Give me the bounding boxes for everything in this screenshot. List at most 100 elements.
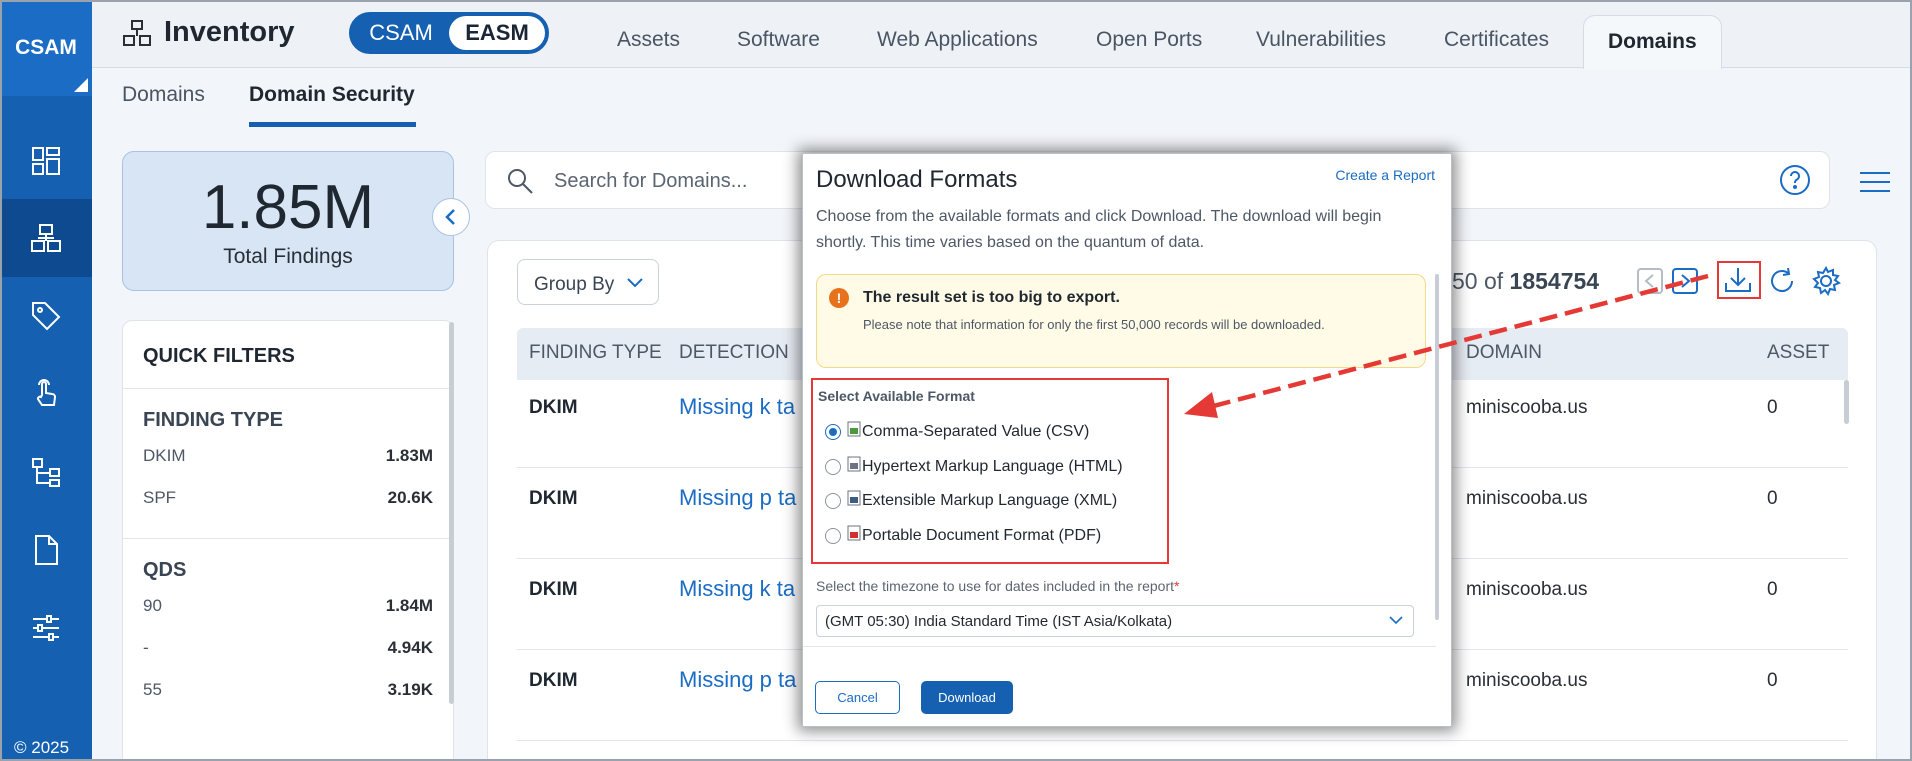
cancel-button[interactable]: Cancel [815, 681, 900, 714]
tab-vulnerabilities[interactable]: Vulnerabilities [1256, 28, 1386, 52]
finding-type-heading: FINDING TYPE [143, 409, 284, 431]
nav-touch[interactable] [0, 355, 92, 433]
xml-file-icon [847, 490, 861, 506]
sliders-icon [33, 615, 59, 641]
table-cell-domain: miniscooba.us [1466, 670, 1588, 691]
filter-count: 1.83M [385, 446, 433, 465]
tab-domains[interactable]: Domains [1583, 15, 1722, 69]
nav-settings[interactable] [0, 589, 92, 667]
refresh-icon[interactable] [1767, 266, 1797, 296]
table-scrollbar[interactable] [1844, 380, 1849, 424]
warning-title: The result set is too big to export. [863, 289, 1120, 306]
format-title: Select Available Format [818, 388, 975, 404]
filter-label: DKIM [143, 446, 186, 465]
total-findings-value: 1.85M [201, 173, 375, 242]
gear-icon[interactable] [1811, 266, 1841, 296]
required-marker: * [1174, 578, 1180, 594]
filter-row[interactable]: - 4.94K [143, 638, 433, 680]
format-option-csv[interactable]: Comma-Separated Value (CSV) [825, 419, 1089, 445]
table-cell-domain: miniscooba.us [1466, 579, 1588, 600]
dashboard-icon [32, 147, 60, 175]
filter-row[interactable]: DKIM 1.83M [143, 446, 433, 488]
quick-filters-title: QUICK FILTERS [123, 321, 453, 389]
table-cell-asset: 0 [1767, 488, 1778, 509]
qds-heading: QDS [143, 559, 187, 581]
timezone-select[interactable]: (GMT 05:30) India Standard Time (IST Asi… [816, 605, 1414, 637]
nav-inventory[interactable] [0, 199, 92, 277]
total-findings-label: Total Findings [223, 245, 353, 268]
table-cell-type: DKIM [529, 579, 578, 600]
filter-label: - [143, 638, 149, 657]
nav-dashboard[interactable] [0, 122, 92, 200]
tab-certificates[interactable]: Certificates [1444, 28, 1549, 52]
format-option-pdf[interactable]: Portable Document Format (PDF) [825, 523, 1101, 549]
create-report-link[interactable]: Create a Report [1335, 167, 1435, 183]
table-cell-asset: 0 [1767, 397, 1778, 418]
tab-web-applications[interactable]: Web Applications [877, 28, 1038, 52]
radio-html[interactable] [825, 459, 841, 475]
table-cell-domain: miniscooba.us [1466, 488, 1588, 509]
tab-assets[interactable]: Assets [617, 28, 680, 52]
inventory-icon [123, 20, 151, 46]
filter-count: 1.84M [385, 596, 433, 615]
table-cell-type: DKIM [529, 397, 578, 418]
csam-easm-toggle[interactable]: CSAM EASM [349, 12, 549, 54]
group-by-label: Group By [534, 274, 615, 295]
format-label: Hypertext Markup Language (HTML) [862, 458, 1123, 475]
qds-filter: QDS 90 1.84M - 4.94K 55 3.19K [123, 539, 453, 722]
dialog-title: Download Formats [816, 166, 1018, 193]
collapse-panel-button[interactable] [432, 198, 470, 236]
table-cell-type: DKIM [529, 670, 578, 691]
download-highlight-box [1717, 261, 1761, 299]
radio-xml[interactable] [825, 493, 841, 509]
hamburger-menu-icon[interactable] [1859, 170, 1891, 194]
filter-count: 4.94K [387, 638, 433, 657]
toggle-csam[interactable]: CSAM [353, 16, 449, 50]
nav-documents[interactable] [0, 511, 92, 589]
column-header-finding-type[interactable]: FINDING TYPE [529, 342, 662, 364]
hierarchy-icon [32, 458, 60, 487]
filter-row[interactable]: 90 1.84M [143, 596, 433, 638]
tab-software[interactable]: Software [737, 28, 820, 52]
nav-tags[interactable] [0, 277, 92, 355]
format-selection-highlight: Select Available Format Comma-Separated … [811, 378, 1169, 564]
search-icon [508, 169, 533, 194]
format-option-html[interactable]: Hypertext Markup Language (HTML) [825, 454, 1123, 480]
timezone-label-text: Select the timezone to use for dates inc… [816, 578, 1174, 594]
brand-logo[interactable]: CSAM [0, 0, 92, 96]
table-cell-detection-link[interactable]: Missing k ta [679, 394, 795, 420]
download-formats-dialog: Download Formats Create a Report Choose … [802, 153, 1452, 727]
column-header-detection[interactable]: DETECTION [679, 342, 789, 364]
download-button[interactable]: Download [921, 681, 1013, 714]
radio-pdf[interactable] [825, 528, 841, 544]
group-by-dropdown[interactable]: Group By [517, 259, 659, 305]
toggle-easm[interactable]: EASM [449, 16, 545, 50]
dialog-divider [803, 635, 1436, 647]
help-icon[interactable] [1779, 164, 1811, 196]
filter-label: SPF [143, 488, 177, 507]
tab-open-ports[interactable]: Open Ports [1096, 28, 1202, 52]
search-input[interactable]: Search for Domains... [554, 170, 747, 193]
document-icon [35, 535, 58, 565]
brand-label: CSAM [15, 36, 77, 59]
subtab-domain-security[interactable]: Domain Security [249, 83, 415, 107]
format-label: Comma-Separated Value (CSV) [862, 423, 1090, 440]
annotation-arrow-icon [1184, 273, 1709, 418]
filter-row[interactable]: SPF 20.6K [143, 488, 433, 530]
filter-row[interactable]: 55 3.19K [143, 680, 433, 722]
table-cell-detection-link[interactable]: Missing p ta [679, 485, 796, 511]
chevron-down-icon [627, 278, 643, 288]
nav-hierarchy[interactable] [0, 433, 92, 511]
table-cell-detection-link[interactable]: Missing k ta [679, 576, 795, 602]
table-cell-detection-link[interactable]: Missing p ta [679, 667, 796, 693]
format-option-xml[interactable]: Extensible Markup Language (XML) [825, 488, 1117, 514]
timezone-label: Select the timezone to use for dates inc… [816, 578, 1179, 594]
column-header-asset[interactable]: ASSET [1767, 342, 1829, 364]
filters-scrollbar[interactable] [449, 322, 454, 704]
html-file-icon [847, 456, 861, 472]
finding-type-filter: FINDING TYPE DKIM 1.83M SPF 20.6K [123, 389, 453, 530]
brand-menu-corner-icon[interactable] [74, 78, 88, 92]
row-divider [517, 740, 1848, 741]
subtab-domains[interactable]: Domains [122, 83, 205, 107]
radio-csv[interactable] [825, 424, 841, 440]
